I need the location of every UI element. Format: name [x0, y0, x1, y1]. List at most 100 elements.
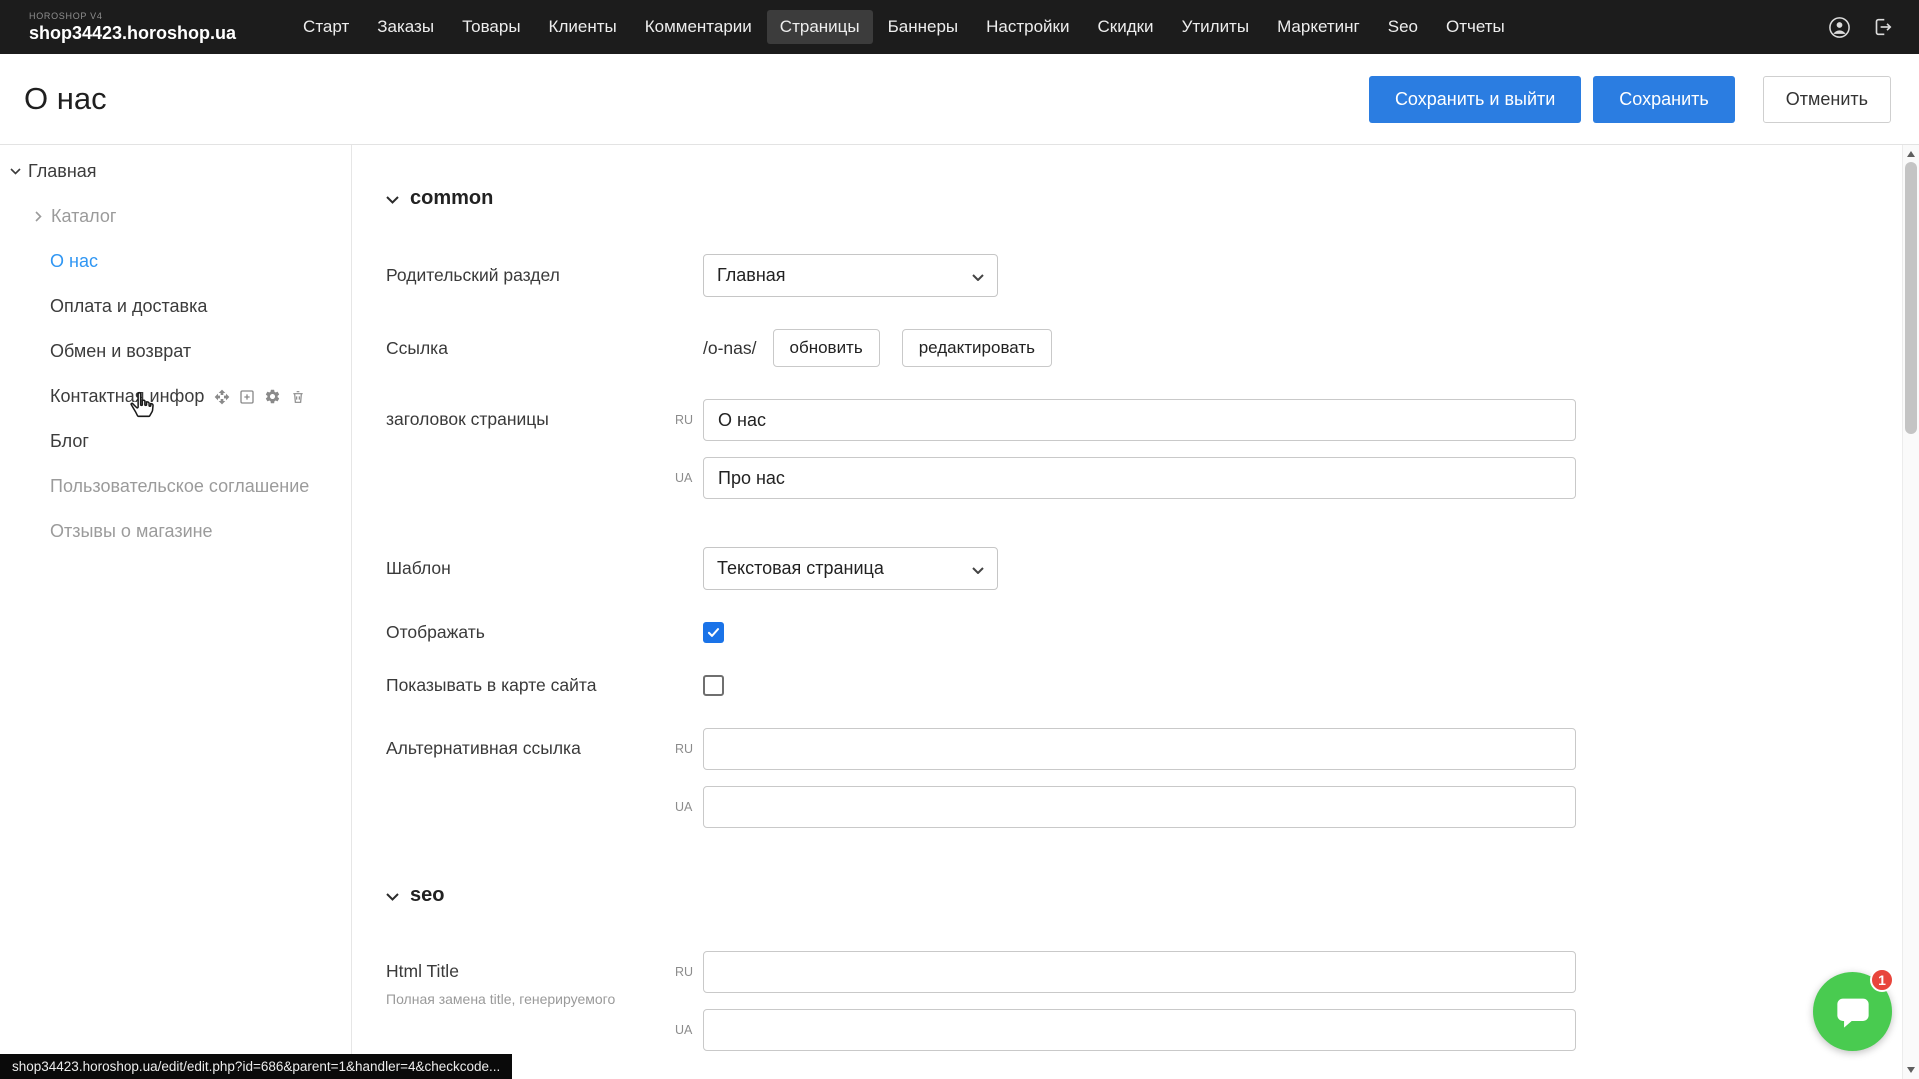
page-title: О нас	[24, 81, 107, 117]
page-url-value: /o-nas/	[703, 338, 757, 359]
form-row-parent-section: Родительский раздел Главная	[386, 254, 1919, 297]
form-row-alt-link: Альтернативная ссылка RU UA	[386, 728, 1919, 828]
sidebar-item-exchange-return[interactable]: Обмен и возврат	[0, 329, 351, 374]
display-checkbox[interactable]	[703, 622, 724, 643]
link-label: Ссылка	[386, 338, 669, 359]
alt-link-ua-input[interactable]	[703, 786, 1576, 828]
sidebar-item-label: Оплата и доставка	[50, 296, 207, 317]
html-title-ru-input[interactable]	[703, 951, 1576, 993]
account-icon[interactable]	[1828, 16, 1851, 39]
header-actions: Сохранить и выйти Сохранить Отменить	[1369, 76, 1891, 123]
sidebar-item-label: Главная	[28, 161, 97, 182]
save-button[interactable]: Сохранить	[1593, 76, 1734, 123]
sidebar-item-home[interactable]: Главная	[0, 149, 351, 194]
sitemap-checkbox[interactable]	[703, 675, 724, 696]
nav-banners[interactable]: Баннеры	[875, 10, 972, 44]
brand-version: HOROSHOP V4	[29, 12, 236, 21]
chevron-down-icon[interactable]	[10, 168, 21, 175]
form-row-html-title: Html Title Полная замена title, генериру…	[386, 951, 1919, 1051]
lang-ru-label: RU	[669, 742, 703, 756]
chat-widget-button[interactable]: 1	[1813, 972, 1892, 1051]
display-label: Отображать	[386, 622, 669, 643]
section-seo[interactable]: seo	[386, 884, 1919, 907]
nav-seo[interactable]: Seo	[1375, 10, 1431, 44]
refresh-url-button[interactable]: обновить	[773, 329, 880, 367]
sidebar-item-label: Отзывы о магазине	[50, 521, 213, 542]
nav-orders[interactable]: Заказы	[364, 10, 447, 44]
chevron-down-icon	[386, 884, 399, 907]
main-menu: Старт Заказы Товары Клиенты Комментарии …	[290, 10, 1518, 44]
lang-ua-label: UA	[669, 800, 703, 814]
chevron-down-icon	[972, 558, 984, 579]
delete-trash-icon[interactable]	[290, 389, 306, 405]
form-row-link: Ссылка /o-nas/ обновить редактировать	[386, 329, 1919, 367]
top-navigation: HOROSHOP V4 shop34423.horoshop.ua Старт …	[0, 0, 1919, 54]
nav-products[interactable]: Товары	[449, 10, 533, 44]
sidebar-item-payment-delivery[interactable]: Оплата и доставка	[0, 284, 351, 329]
template-select[interactable]: Текстовая страница	[703, 547, 998, 590]
section-title: common	[410, 187, 493, 210]
sidebar-item-catalog[interactable]: Каталог	[0, 194, 351, 239]
section-common[interactable]: common	[386, 187, 1919, 210]
page-title-ua-input[interactable]	[703, 457, 1576, 499]
form-row-sitemap: Показывать в карте сайта	[386, 675, 1919, 696]
parent-section-select[interactable]: Главная	[703, 254, 998, 297]
html-title-label: Html Title	[386, 961, 669, 982]
template-label: Шаблон	[386, 558, 669, 579]
settings-gear-icon[interactable]	[264, 388, 281, 405]
nav-comments[interactable]: Комментарии	[632, 10, 765, 44]
topnav-right	[1828, 16, 1893, 39]
sidebar-item-contact-info[interactable]: Контактная инфор	[0, 374, 351, 419]
add-page-icon[interactable]	[239, 389, 255, 405]
alt-link-label: Альтернативная ссылка	[386, 728, 669, 759]
sidebar-item-label: Блог	[50, 431, 89, 452]
form-row-template: Шаблон Текстовая страница	[386, 547, 1919, 590]
html-title-hint: Полная замена title, генерируемого	[386, 990, 669, 1008]
brand[interactable]: HOROSHOP V4 shop34423.horoshop.ua	[29, 12, 236, 42]
scroll-down-arrow[interactable]	[1907, 1067, 1915, 1073]
sidebar-item-blog[interactable]: Блог	[0, 419, 351, 464]
parent-section-label: Родительский раздел	[386, 265, 669, 286]
sidebar-item-label: Контактная инфор	[50, 386, 204, 407]
page-edit-form: common Родительский раздел Главная Ссылк…	[352, 145, 1919, 1079]
sidebar-item-store-reviews[interactable]: Отзывы о магазине	[0, 509, 351, 554]
nav-settings[interactable]: Настройки	[973, 10, 1082, 44]
page-title-ru-input[interactable]	[703, 399, 1576, 441]
nav-marketing[interactable]: Маркетинг	[1264, 10, 1373, 44]
drag-move-icon[interactable]	[214, 389, 230, 405]
nav-utilities[interactable]: Утилиты	[1169, 10, 1263, 44]
select-value: Текстовая страница	[717, 558, 884, 579]
cancel-button[interactable]: Отменить	[1763, 76, 1891, 123]
sidebar-item-label: Пользовательское соглашение	[50, 476, 309, 497]
chat-unread-badge: 1	[1870, 968, 1894, 992]
brand-domain: shop34423.horoshop.ua	[29, 24, 236, 42]
nav-clients[interactable]: Клиенты	[536, 10, 630, 44]
html-title-ua-input[interactable]	[703, 1009, 1576, 1051]
chevron-down-icon	[972, 265, 984, 286]
pages-tree-sidebar: Главная Каталог О нас Оплата и доставка …	[0, 145, 352, 1079]
page-header: О нас Сохранить и выйти Сохранить Отмени…	[0, 54, 1919, 145]
sidebar-item-user-agreement[interactable]: Пользовательское соглашение	[0, 464, 351, 509]
logout-icon[interactable]	[1871, 16, 1893, 38]
scroll-up-arrow[interactable]	[1907, 151, 1915, 157]
vertical-scrollbar[interactable]	[1902, 145, 1919, 1079]
sitemap-label: Показывать в карте сайта	[386, 675, 669, 696]
sidebar-item-label: Обмен и возврат	[50, 341, 191, 362]
page-title-label: заголовок страницы	[386, 399, 669, 430]
select-value: Главная	[717, 265, 786, 286]
chevron-right-icon[interactable]	[33, 213, 44, 220]
save-and-exit-button[interactable]: Сохранить и выйти	[1369, 76, 1581, 123]
nav-pages[interactable]: Страницы	[767, 10, 873, 44]
nav-start[interactable]: Старт	[290, 10, 362, 44]
lang-ru-label: RU	[669, 965, 703, 979]
html-title-label-block: Html Title Полная замена title, генериру…	[386, 951, 669, 1008]
sidebar-item-label: О нас	[50, 251, 98, 272]
scrollbar-thumb[interactable]	[1905, 162, 1917, 434]
sidebar-item-label: Каталог	[51, 206, 116, 227]
chat-bubble-icon	[1834, 994, 1872, 1030]
nav-discounts[interactable]: Скидки	[1084, 10, 1166, 44]
nav-reports[interactable]: Отчеты	[1433, 10, 1518, 44]
edit-url-button[interactable]: редактировать	[902, 329, 1052, 367]
sidebar-item-about[interactable]: О нас	[0, 239, 351, 284]
alt-link-ru-input[interactable]	[703, 728, 1576, 770]
